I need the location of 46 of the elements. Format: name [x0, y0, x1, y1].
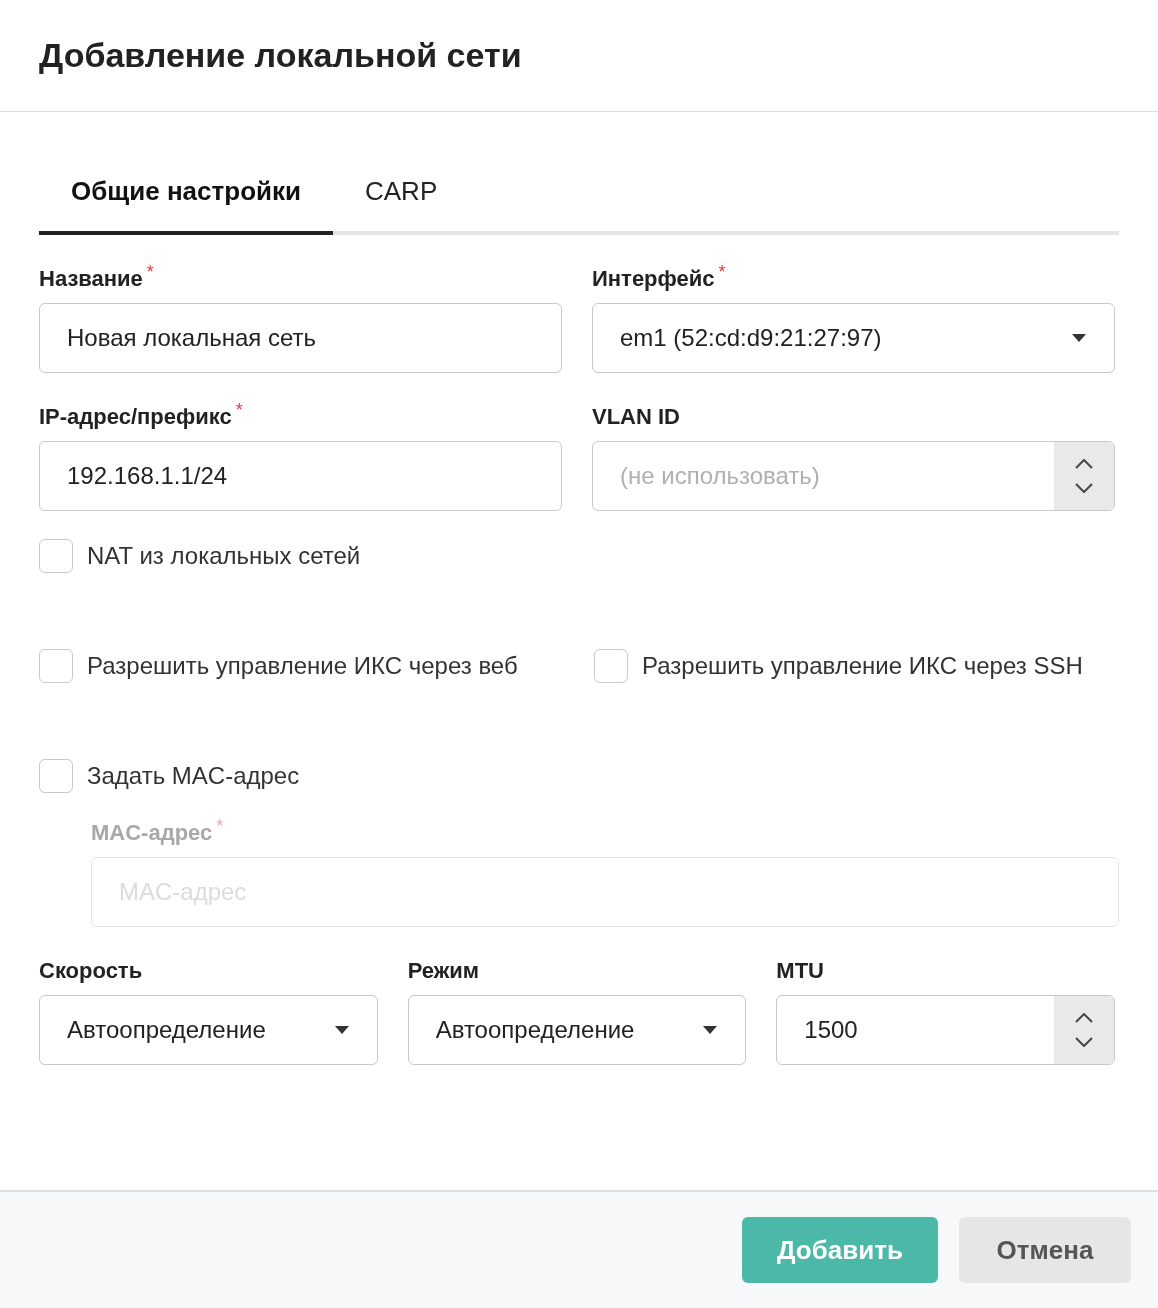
checkbox[interactable] [594, 648, 628, 683]
dialog-title: Добавление локальной сети [39, 35, 522, 76]
checkbox[interactable] [39, 758, 73, 793]
chevron-up-icon[interactable] [1075, 1013, 1093, 1023]
field-value: 192.168.1.1/24 [66, 461, 229, 491]
field-value: Автоопределение [434, 1015, 636, 1045]
checkbox[interactable] [39, 648, 73, 683]
field-label: Интерфейс [592, 265, 715, 293]
tab[interactable]: CARP [333, 152, 470, 235]
field-label: IP-адрес/префикс [39, 403, 232, 431]
dropdown[interactable]: Автоопределение [39, 995, 378, 1065]
chevron-up-icon[interactable] [1075, 459, 1093, 469]
chevron-down-icon[interactable] [1075, 483, 1093, 493]
required-mark: * [718, 265, 726, 279]
spinner[interactable] [1054, 996, 1114, 1064]
field-label: Скорость [39, 957, 143, 985]
cancel-button[interactable]: Отмена [959, 1217, 1131, 1283]
chevron-down-icon[interactable] [1075, 1037, 1093, 1047]
checkbox-label: NAT из локальных сетей [87, 540, 361, 571]
checkbox[interactable] [39, 538, 73, 573]
required-mark: * [146, 265, 154, 279]
field-label: Название [39, 265, 143, 293]
caret-icon [703, 1026, 718, 1034]
field-value: Новая локальная сеть [66, 323, 317, 353]
caret-icon [1072, 334, 1086, 342]
required-mark: * [235, 403, 243, 417]
input-field[interactable]: Новая локальная сеть [39, 303, 562, 373]
tab[interactable]: Общие настройки [39, 152, 333, 235]
field-label: Режим [407, 957, 480, 985]
dropdown[interactable]: Автоопределение [407, 995, 747, 1065]
field-label: VLAN ID [592, 403, 680, 431]
checkbox-label: Разрешить управление ИКС через SSH [642, 650, 1083, 681]
required-mark: * [216, 819, 224, 833]
field-value: 1500 [803, 1015, 859, 1045]
field-value: em1 (52:cd:d9:21:27:97) [619, 323, 883, 353]
checkbox-label: Задать MAC-адрес [87, 760, 300, 791]
field-value: Автоопределение [66, 1015, 267, 1045]
checkbox-label: Разрешить управление ИКС через веб [87, 650, 518, 681]
number-input[interactable]: 1500 [776, 995, 1115, 1065]
caret-icon [334, 1026, 349, 1034]
spinner[interactable] [1054, 442, 1114, 510]
field-label: MAC-адрес [91, 819, 213, 847]
placeholder-text: (не использовать) [619, 461, 821, 491]
dropdown[interactable]: em1 (52:cd:d9:21:27:97) [592, 303, 1115, 373]
field-label: MTU [776, 957, 824, 985]
input-field[interactable]: 192.168.1.1/24 [39, 441, 562, 511]
